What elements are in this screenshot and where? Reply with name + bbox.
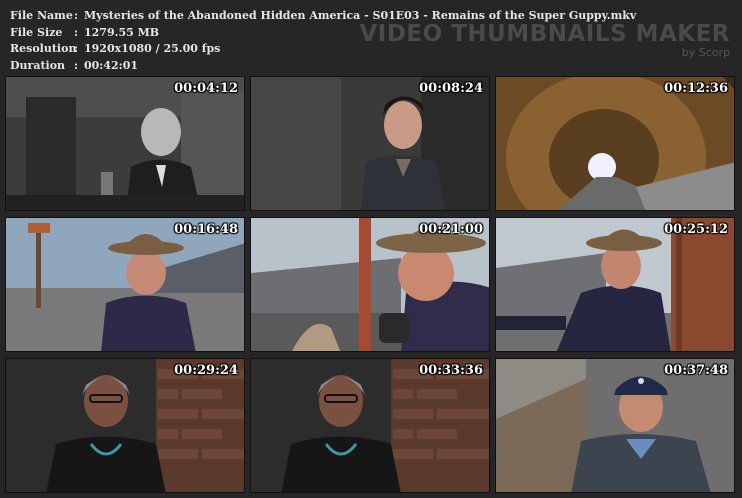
thumbnail-timestamp: 00:33:36 xyxy=(419,363,483,378)
thumbnail-timestamp: 00:37:48 xyxy=(664,363,728,378)
thumbnail-timestamp: 00:16:48 xyxy=(174,222,238,237)
thumbnail-timestamp: 00:04:12 xyxy=(174,81,238,96)
thumbnail-timestamp: 00:12:36 xyxy=(664,81,728,96)
thumbnail-image xyxy=(496,218,734,351)
thumbnail[interactable]: 00:16:48 xyxy=(5,217,245,352)
thumbnail-image xyxy=(496,77,734,210)
thumbnail-timestamp: 00:29:24 xyxy=(174,363,238,378)
thumbnail[interactable]: 00:29:24 xyxy=(5,358,245,493)
thumbnail-timestamp: 00:08:24 xyxy=(419,81,483,96)
info-value: 1279.55 MB xyxy=(84,25,160,39)
info-separator: : xyxy=(74,42,79,55)
info-value: 1920x1080 / 25.00 fps xyxy=(84,42,221,55)
brand-subtitle: by Scorp xyxy=(681,46,730,59)
info-separator: : xyxy=(74,9,79,22)
thumbnail-image xyxy=(251,77,489,210)
thumbnail-timestamp: 00:21:00 xyxy=(419,222,483,237)
info-row-duration: Duration:00:42:01 xyxy=(10,58,636,75)
info-key: File Name xyxy=(10,9,73,22)
thumbnail[interactable]: 00:04:12 xyxy=(5,76,245,211)
info-key: File Size xyxy=(10,25,63,39)
thumbnail-timestamp: 00:25:12 xyxy=(664,222,728,237)
info-separator: : xyxy=(74,25,79,39)
thumbnail[interactable]: 00:25:12 xyxy=(495,217,735,352)
thumbnail[interactable]: 00:33:36 xyxy=(250,358,490,493)
info-key: Duration xyxy=(10,58,66,72)
thumbnail-image xyxy=(6,218,244,351)
thumbnail-image xyxy=(251,359,489,492)
info-separator: : xyxy=(74,58,79,72)
thumbnail[interactable]: 00:21:00 xyxy=(250,217,490,352)
thumbnail-image xyxy=(496,359,734,492)
thumbnail-image xyxy=(6,359,244,492)
info-key: Resolution xyxy=(10,42,77,55)
brand-title: VIDEO THUMBNAILS MAKER xyxy=(359,21,730,47)
brand-logo: VIDEO THUMBNAILS MAKER by Scorp xyxy=(359,22,730,59)
info-value: 00:42:01 xyxy=(84,58,139,72)
thumbnail-image xyxy=(6,77,244,210)
thumbnail[interactable]: 00:08:24 xyxy=(250,76,490,211)
thumbnail[interactable]: 00:12:36 xyxy=(495,76,735,211)
thumbnail[interactable]: 00:37:48 xyxy=(495,358,735,493)
thumbnail-image xyxy=(251,218,489,351)
